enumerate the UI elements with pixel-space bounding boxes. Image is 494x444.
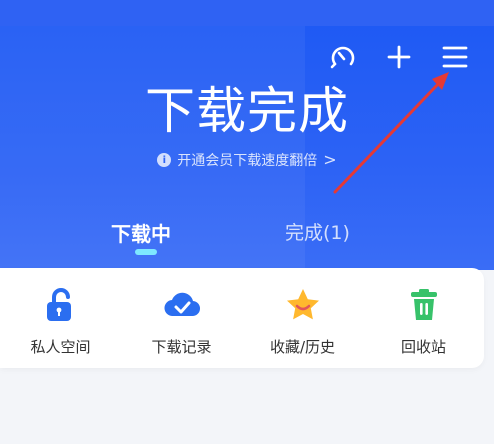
- tool-favorites-history[interactable]: 收藏/历史: [242, 268, 363, 368]
- add-button[interactable]: [382, 40, 416, 74]
- status-bar-strip: [0, 0, 494, 26]
- plus-icon: [387, 45, 411, 69]
- menu-icon: [442, 46, 468, 68]
- menu-button[interactable]: [438, 40, 472, 74]
- header-actions: [326, 40, 472, 74]
- promo-text: 开通会员下载速度翻倍: [177, 153, 318, 169]
- speedometer-icon[interactable]: [326, 40, 360, 74]
- tool-label: 收藏/历史: [269, 338, 336, 356]
- tool-label: 私人空间: [30, 338, 91, 356]
- tool-private-space[interactable]: 私人空间: [0, 268, 121, 368]
- speedometer-icon-svg: [330, 46, 355, 69]
- vip-promo-link[interactable]: i 开通会员下载速度翻倍 >: [0, 150, 494, 170]
- tool-download-history[interactable]: 下载记录: [121, 268, 242, 368]
- tool-recycle-bin[interactable]: 回收站: [363, 268, 484, 368]
- tab-downloading[interactable]: 下载中: [111, 218, 171, 247]
- page-title: 下载完成: [145, 82, 349, 140]
- tool-label: 回收站: [400, 338, 446, 356]
- tools-card: 私人空间 下载记录 收藏/历史 回收站: [0, 268, 484, 368]
- unlock-icon: [42, 286, 80, 324]
- tool-label: 下载记录: [151, 338, 212, 356]
- trash-icon: [405, 286, 443, 324]
- cloud-check-icon: [163, 286, 201, 324]
- chevron-right-icon: >: [323, 150, 337, 169]
- info-icon: i: [157, 153, 172, 167]
- tab-completed[interactable]: 完成(1): [285, 218, 350, 245]
- active-tab-indicator: [135, 249, 157, 255]
- star-icon: [284, 286, 322, 324]
